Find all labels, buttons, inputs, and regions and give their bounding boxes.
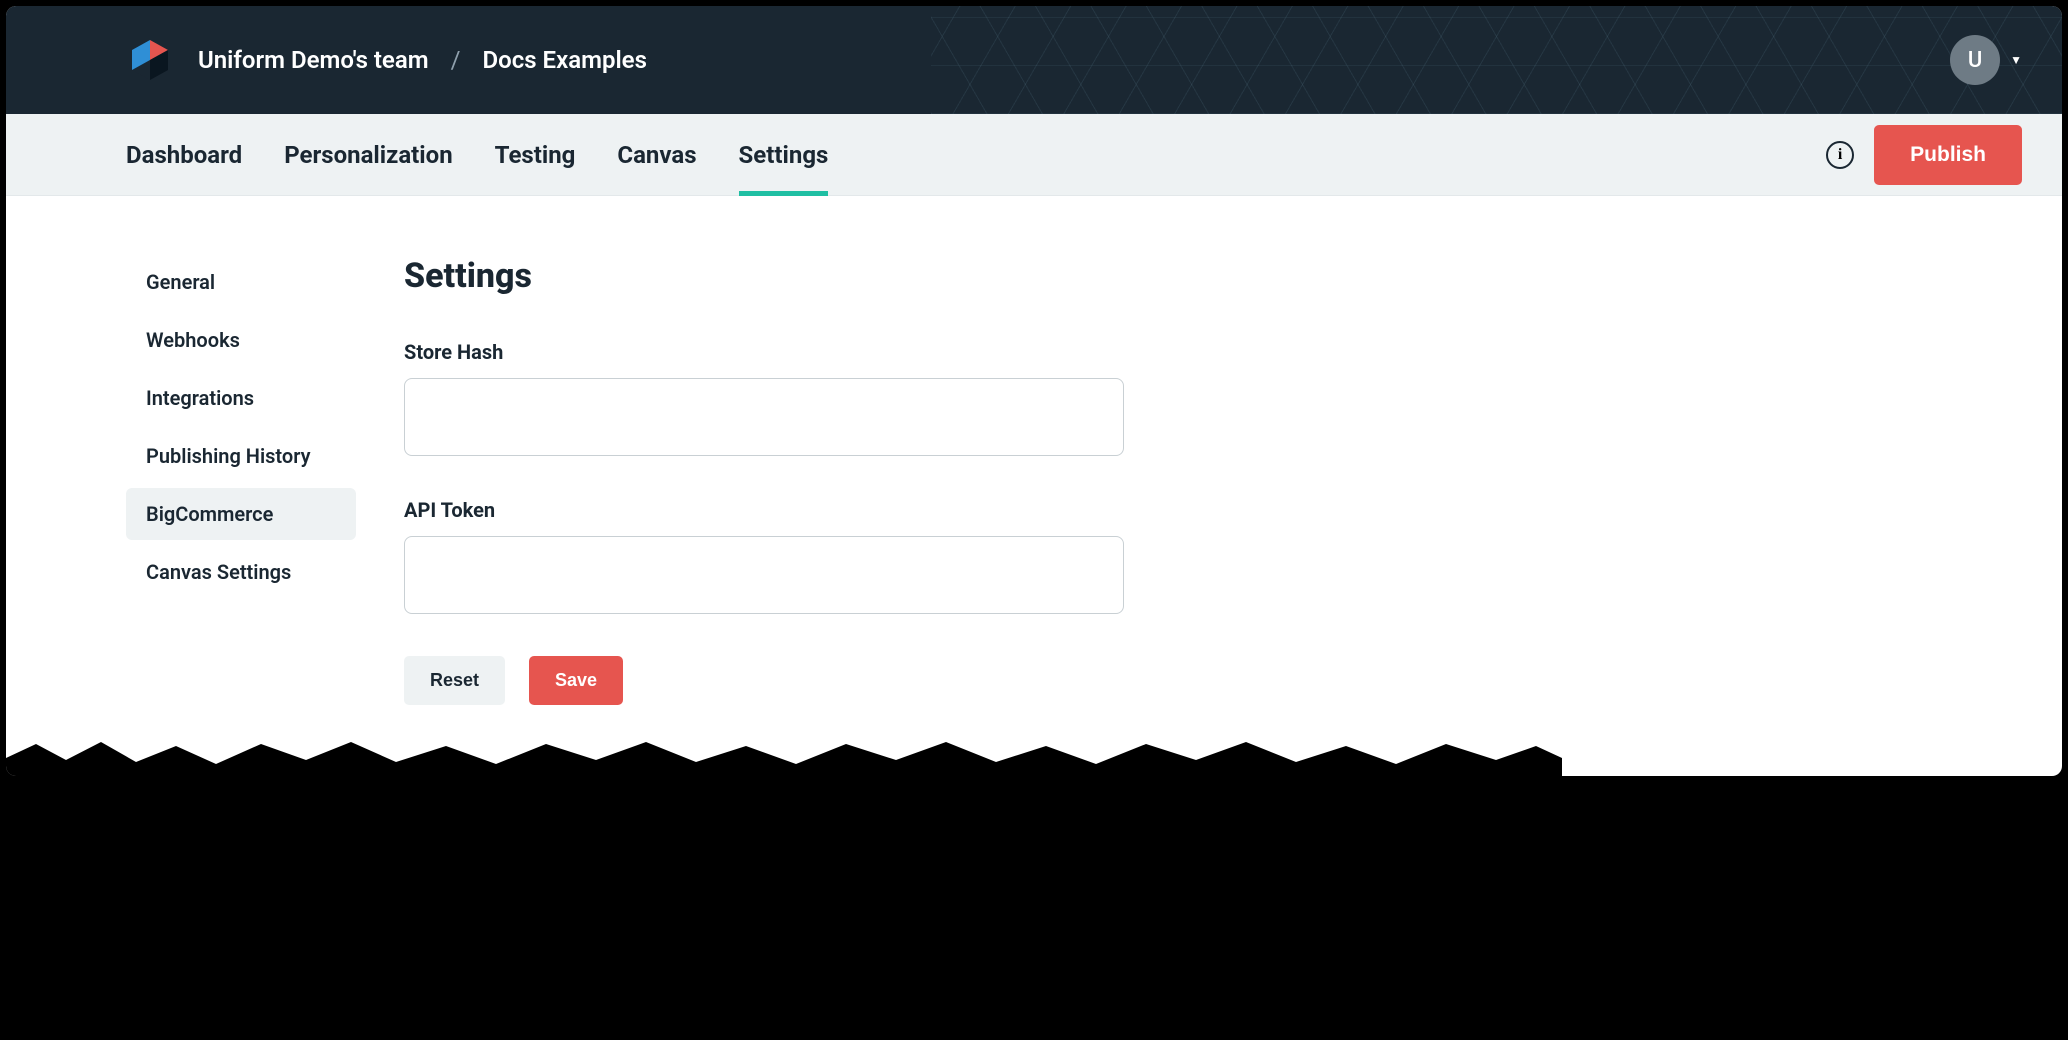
breadcrumb-separator: / [451,46,461,74]
breadcrumb: Uniform Demo's team / Docs Examples [198,46,647,74]
tab-testing[interactable]: Testing [495,114,576,196]
tab-dashboard[interactable]: Dashboard [126,114,242,196]
save-button[interactable]: Save [529,656,623,705]
store-hash-label: Store Hash [404,340,1124,364]
sidebar-item-general[interactable]: General [126,256,356,308]
topbar: Uniform Demo's team / Docs Examples U ▼ [6,6,2062,114]
tab-settings[interactable]: Settings [739,114,829,196]
api-token-label: API Token [404,498,1124,522]
tab-canvas[interactable]: Canvas [617,114,696,196]
settings-sidebar: General Webhooks Integrations Publishing… [126,256,356,705]
tab-personalization[interactable]: Personalization [284,114,452,196]
publish-button[interactable]: Publish [1874,125,2022,185]
store-hash-input[interactable] [404,378,1124,456]
breadcrumb-team[interactable]: Uniform Demo's team [198,46,429,74]
sidebar-item-canvas-settings[interactable]: Canvas Settings [126,546,356,598]
reset-button[interactable]: Reset [404,656,505,705]
torn-edge-decoration [6,736,1562,776]
api-token-input[interactable] [404,536,1124,614]
settings-content: Settings Store Hash API Token Reset Save [404,256,1124,705]
chevron-down-icon[interactable]: ▼ [2010,53,2022,67]
avatar[interactable]: U [1950,35,2000,85]
breadcrumb-project[interactable]: Docs Examples [483,46,647,74]
sidebar-item-publishing-history[interactable]: Publishing History [126,430,356,482]
info-icon[interactable]: i [1826,141,1854,169]
sidebar-item-integrations[interactable]: Integrations [126,372,356,424]
page-title: Settings [404,256,1124,296]
sidebar-item-bigcommerce[interactable]: BigCommerce [126,488,356,540]
main-nav: Dashboard Personalization Testing Canvas… [6,114,2062,196]
sidebar-item-webhooks[interactable]: Webhooks [126,314,356,366]
brand-logo [126,36,174,84]
